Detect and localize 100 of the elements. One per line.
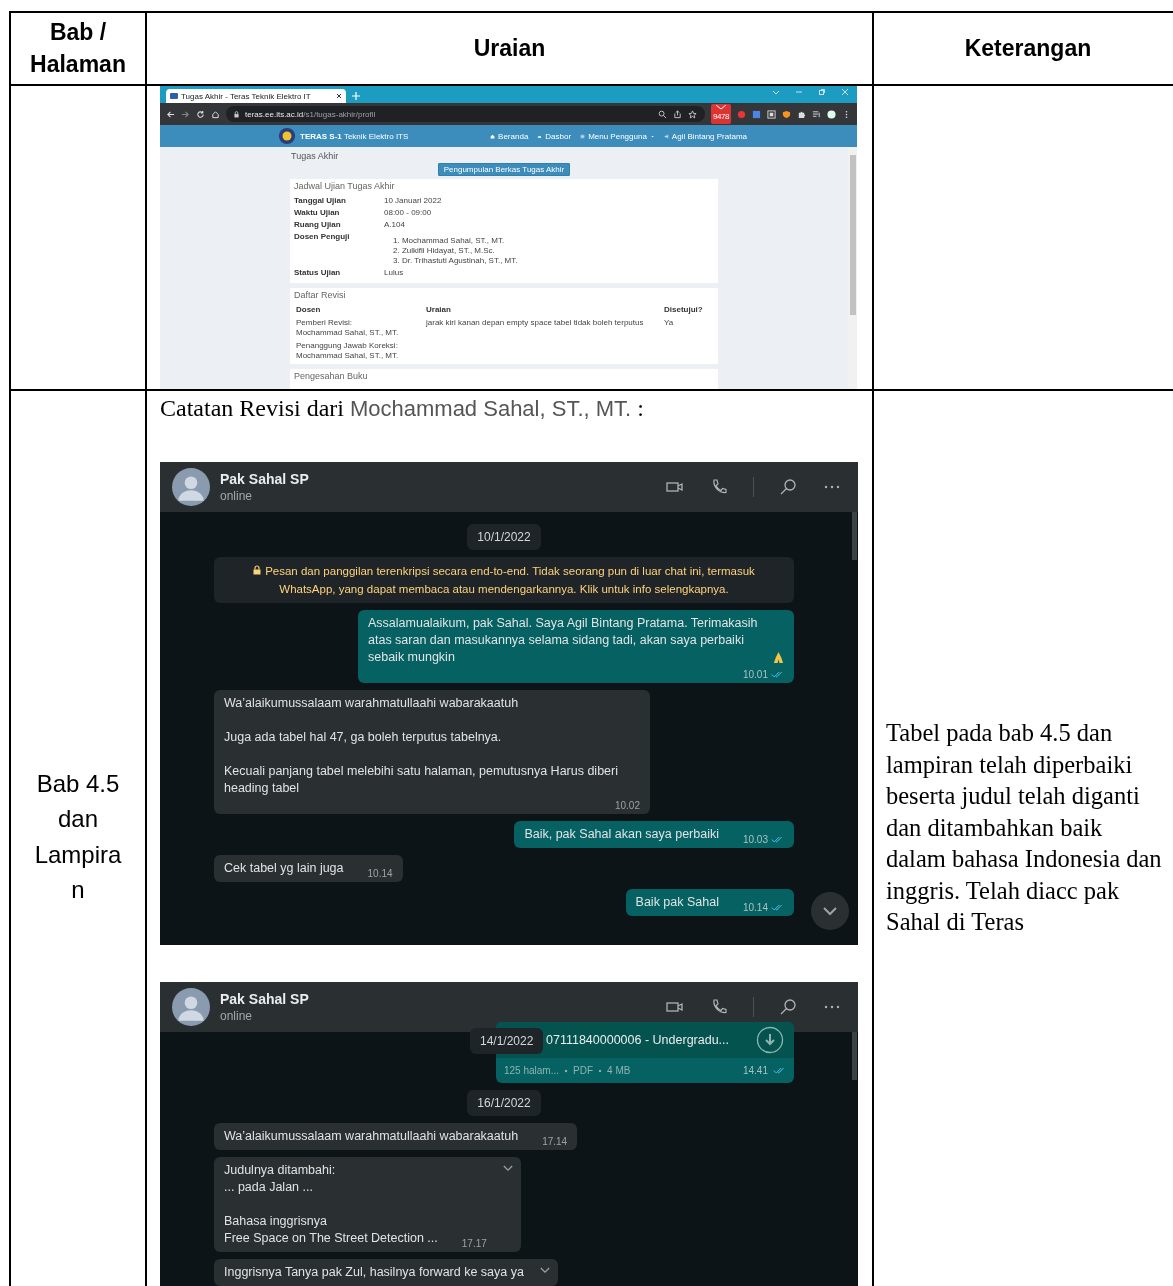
field-label: Ruang Ujian (294, 220, 342, 230)
message-time: 10.14 (367, 867, 393, 881)
field-value: 1. Mochammad Sahal, ST., MT. (393, 236, 506, 246)
message-bubble[interactable]: Inggrisnya Tanya pak Zul, hasilnya forward ke saya ya (214, 1259, 558, 1286)
nav-label[interactable]: Dasbor (545, 131, 572, 141)
nav-label[interactable]: Menu Pengguna (588, 131, 647, 141)
site-favicon-icon (170, 93, 178, 99)
file-name: 07111840000006 - Undergradu... (546, 1031, 729, 1049)
message-bubble[interactable]: Baik, pak Sahal akan saya perbaiki 10.03 (514, 821, 794, 848)
column-header: Bab / Halaman (29, 18, 127, 79)
profile-avatar-icon[interactable] (827, 109, 836, 119)
date-chip: 10/1/2022 (467, 524, 541, 550)
zoom-icon[interactable] (658, 109, 667, 119)
message-time: 10.02 (614, 799, 640, 813)
file-type: PDF (573, 1064, 594, 1078)
scrollbar[interactable] (852, 1032, 857, 1080)
qr-code-icon[interactable] (767, 109, 776, 119)
star-icon[interactable] (688, 109, 697, 119)
card-title: Daftar Revisi (294, 290, 347, 301)
separator-dot-icon (564, 1068, 569, 1073)
scroll-down-button[interactable] (810, 891, 850, 931)
extension-icon[interactable] (737, 109, 746, 119)
date-chip: 16/1/2022 (467, 1090, 541, 1116)
browser-tab[interactable]: Tugas Akhir - Teras Teknik Elektro IT (166, 89, 346, 103)
separator-dot-icon (598, 1068, 603, 1073)
message-bubble[interactable]: Baik pak Sahal 10.14 (625, 889, 794, 916)
table-cell-text: jarak kiri kanan depan empty space tabel tidak boleh terputus (426, 318, 645, 329)
close-icon[interactable] (336, 93, 342, 99)
scrollbar[interactable] (848, 147, 857, 389)
column-header: Disetujui? (664, 305, 704, 315)
home-icon (490, 133, 496, 139)
table-cell-text: Pemberi Revisi: Mochammad Sahal, ST., MT. (296, 318, 400, 338)
message-bubble[interactable]: Wa’alaikumussalaam warahmatullaahi wabarakaatuh Juga ada tabel hal 47, ga boleh terputus tabelnya. Kecuali panjang tabel melebihi satu halaman, pemutusnya Harus diberi heading tabel 10.02 (214, 690, 650, 814)
home-icon[interactable] (211, 109, 220, 119)
field-value: Lulus (384, 268, 404, 278)
message-text: Judulnya ditambahi: ... pada Jalan ... Bahasa inggrisnya Free Space on The Street Detection ... (224, 1162, 438, 1247)
search-icon[interactable] (778, 997, 798, 1017)
contact-name[interactable]: Pak Sahal SP (220, 471, 309, 487)
download-icon[interactable] (756, 1026, 784, 1054)
puzzle-icon[interactable] (797, 109, 806, 119)
upload-button[interactable]: Pengumpulan Berkas Tugas Akhir (437, 163, 571, 176)
address-bar[interactable]: teras.ee.its.ac.id/s1/tugas-akhir/profil (226, 106, 705, 122)
column-header: Uraian (426, 305, 452, 315)
new-tab-icon[interactable] (352, 92, 360, 100)
reload-icon[interactable] (196, 109, 205, 119)
message-bubble[interactable]: Assalamualaikum, pak Sahal. Saya Agil Bintang Pratama. Terimakasih atas saran dan masukannya selama sidang tadi, akan saya perbaiki sebaik mungkin 10.01 (358, 610, 794, 683)
description-text: Tabel pada bab 4.5 dan lampiran telah diperbaiki beserta judul telah diganti dan ditambahkan baik dalam bahasa Indonesia dan inggris. Telah diacc pak Sahal di Teras (886, 718, 1162, 937)
message-bubble[interactable]: Cek tabel yg lain juga 10.14 (214, 855, 403, 882)
shield-icon[interactable] (782, 109, 791, 119)
message-bubble[interactable]: Judulnya ditambahi: ... pada Jalan ... Bahasa inggrisnya Free Space on The Street Detection ... 17.17 (214, 1157, 521, 1252)
forward-arrow-icon[interactable] (181, 109, 190, 119)
lock-icon (234, 110, 239, 118)
chevron-down-icon[interactable] (502, 1165, 513, 1172)
field-value: 08:00 - 09:00 (384, 208, 432, 218)
field-label: Waktu Ujian (294, 208, 341, 218)
back-arrow-icon[interactable] (166, 109, 175, 119)
field-value: 3. Dr. Trihastuti Agustinah, ST., MT. (393, 256, 518, 266)
avatar-icon[interactable] (172, 988, 210, 1026)
column-header: Uraian (473, 33, 546, 63)
card-title: Jadwal Ujian Tugas Akhir (294, 181, 396, 192)
encryption-notice[interactable]: Pesan dan panggilan terenkripsi secara end-to-end. Tidak seorang pun di luar chat ini, termasuk WhatsApp, yang dapat membaca atau mendengarkannya. Klik untuk info selengkapnya. (214, 557, 794, 603)
field-label: Tanggal Ujian (294, 196, 347, 206)
file-pages: 125 halam... (504, 1064, 560, 1078)
column-header: Keterangan (964, 33, 1092, 63)
caption-text: Catatan Revisi dari Mochammad Sahal, ST., MT. : (160, 395, 645, 422)
extension-button[interactable]: 9478 (711, 104, 731, 124)
contact-name[interactable]: Pak Sahal SP (220, 991, 309, 1007)
message-time: 14.41 (742, 1064, 768, 1078)
table-cell-text: Ya (664, 318, 675, 329)
chapter-label: Bab 4.5 dan Lampiran (33, 769, 123, 905)
lock-icon (253, 565, 262, 575)
message-text: Baik, pak Sahal akan saya perbaiki (524, 826, 719, 843)
message-time: 10.03 (742, 833, 768, 847)
contact-status: online (220, 1009, 254, 1023)
chevron-down-icon[interactable] (539, 1267, 550, 1274)
site-title[interactable]: TERAS S-1 Teknik Elektro ITS (300, 131, 409, 141)
message-time: 10.01 (742, 668, 768, 682)
contact-status: online (220, 489, 254, 503)
scrollbar[interactable] (852, 512, 857, 560)
share-icon[interactable] (673, 109, 682, 119)
menu-icon (580, 133, 586, 139)
message-bubble[interactable]: Wa’alaikumussalaam warahmatullaahi wabarakaatuh 17.14 (214, 1123, 578, 1150)
message-text: Wa’alaikumussalaam warahmatullaahi wabarakaatuh Juga ada tabel hal 47, ga boleh terputus tabelnya. Kecuali panjang tabel melebihi satu halaman, pemutusnya Harus diberi heading tabel (224, 695, 619, 797)
playlist-icon[interactable] (812, 109, 821, 119)
field-value: 10 Januari 2022 (384, 196, 442, 206)
message-text: Wa’alaikumussalaam warahmatullaahi wabarakaatuh (224, 1128, 519, 1145)
field-value: 2. Zulkifli Hidayat, ST., M.Sc. (393, 246, 496, 256)
dashboard-icon (537, 133, 543, 139)
message-text: Cek tabel yg lain juga (224, 860, 344, 877)
field-label: Status Ujian (294, 268, 342, 278)
mail-icon (716, 105, 726, 112)
date-chip: 14/1/2022 (470, 1028, 544, 1054)
nav-label[interactable]: Agil Bintang Pratama (671, 131, 747, 141)
avatar-icon[interactable] (172, 468, 210, 506)
file-size: 4 MB (607, 1064, 631, 1078)
card-title: Pengesahan Buku (294, 371, 369, 382)
message-text: Inggrisnya Tanya pak Zul, hasilnya forward ke saya ya (224, 1264, 524, 1281)
message-time: 17.17 (461, 1237, 487, 1251)
search-icon[interactable] (778, 477, 798, 497)
nav-label[interactable]: Beranda (498, 131, 529, 141)
